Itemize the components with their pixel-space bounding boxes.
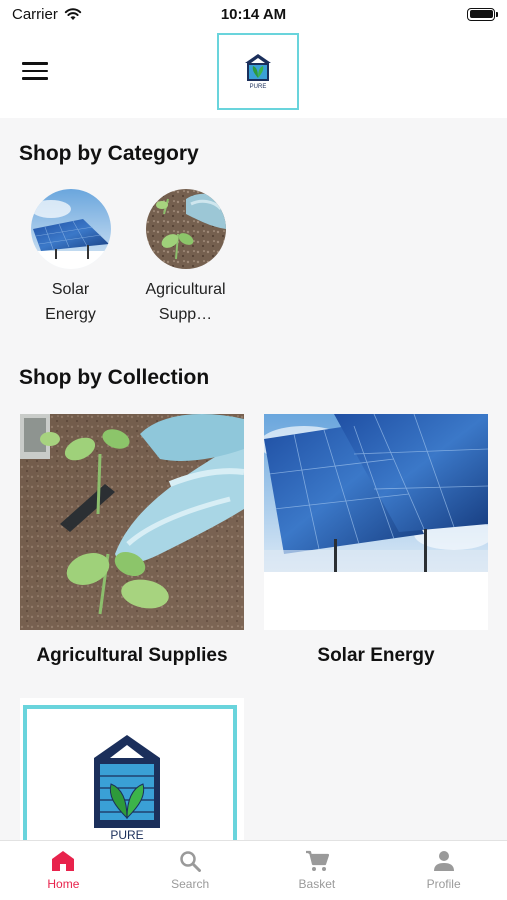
tab-search-label: Search [171,877,210,891]
cart-icon [305,850,329,871]
menu-button[interactable] [22,62,48,82]
brand-logo[interactable]: PURE [217,33,299,110]
seedlings-image [145,189,226,269]
app-header: PURE [0,28,507,118]
collection-section-title: Shop by Collection [19,366,210,389]
solar-panel-image [30,189,111,269]
tab-search[interactable]: Search [127,841,254,900]
pure-logo-image: PURE [20,698,244,840]
tab-profile-label: Profile [426,877,461,891]
collection-card-agricultural-supplies[interactable]: Agricultural Supplies [20,414,244,667]
collection-label: Agricultural Supplies [36,645,228,666]
house-leaf-logo-icon [245,54,271,81]
pure-logo-text: PURE [110,828,143,840]
collection-label: Solar Energy [317,645,435,666]
battery-icon [467,7,498,21]
carrier-label: Carrier [12,5,58,23]
logo-text: PURE [249,84,267,90]
tab-basket[interactable]: Basket [254,841,381,900]
main-content: Shop by Category Solar Energy Agricultur… [0,118,507,840]
solar-panels-image [264,414,488,630]
category-section-title: Shop by Category [19,142,199,165]
category-label: Agricultural Supp… [145,281,226,323]
status-bar: Carrier 10:14 AM [0,0,507,28]
seedlings-gloves-image [20,414,244,630]
category-item-solar-energy[interactable]: Solar Energy [23,189,118,327]
status-left: Carrier [12,6,82,23]
tab-bar: Home Search Basket Profile [0,840,507,900]
wifi-icon [64,8,82,20]
tab-basket-label: Basket [298,877,336,891]
collection-card-solar-energy[interactable]: Solar Energy [264,414,488,667]
person-icon [433,851,454,871]
tab-home[interactable]: Home [0,841,127,900]
home-icon [52,851,75,871]
tab-home-label: Home [47,877,80,891]
collection-card-pure[interactable]: PURE [20,698,244,840]
tab-profile[interactable]: Profile [380,841,507,900]
category-item-agricultural-supplies[interactable]: Agricultural Supp… [138,189,233,327]
category-label: Solar Energy [45,281,96,323]
search-icon [180,851,202,872]
